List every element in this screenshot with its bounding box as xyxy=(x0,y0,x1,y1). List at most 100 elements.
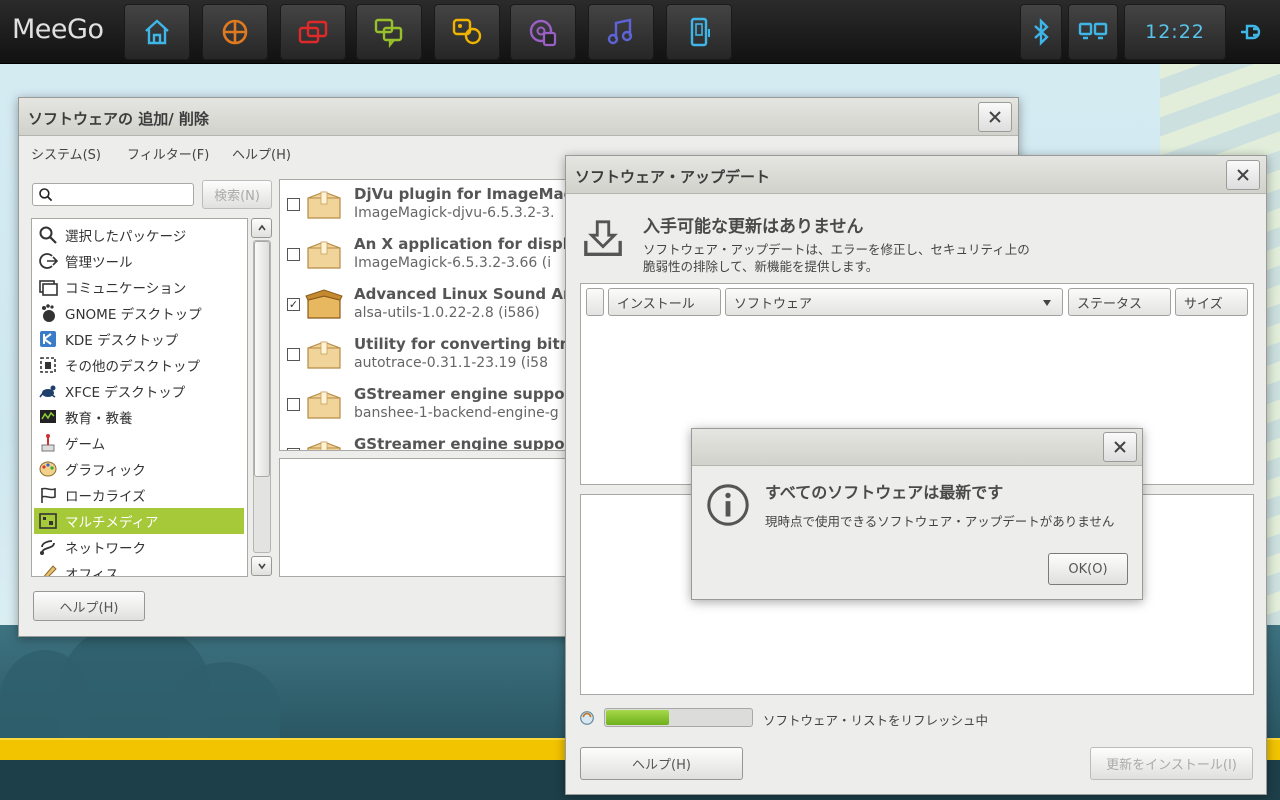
package-checkbox[interactable] xyxy=(287,398,300,411)
package-row[interactable]: ✓ Advanced Linux Sound Arc alsa-utils-1.0.… xyxy=(280,280,568,330)
category-label: コミュニケーション xyxy=(65,281,187,297)
chevron-down-icon xyxy=(257,563,266,570)
network-icon xyxy=(1078,22,1108,40)
category-item[interactable]: KDE デスクトップ xyxy=(34,326,244,352)
media-button[interactable] xyxy=(510,4,576,60)
plug-icon xyxy=(1241,24,1261,40)
category-item[interactable]: その他のデスクトップ xyxy=(34,352,244,378)
search-input[interactable] xyxy=(32,183,194,206)
menu-system[interactable]: システム(S) xyxy=(31,144,101,163)
category-label: その他のデスクトップ xyxy=(65,359,200,375)
package-version: ImageMagick-djvu-6.5.3.2-3. xyxy=(354,205,555,221)
flag-icon xyxy=(37,484,59,506)
category-item[interactable]: 教育・教養 xyxy=(34,404,244,430)
category-scrollbar[interactable] xyxy=(251,218,273,577)
package-checkbox[interactable] xyxy=(287,198,300,211)
package-details xyxy=(279,458,568,577)
category-label: グラフィック xyxy=(65,463,146,479)
admin-icon xyxy=(37,250,59,272)
column-install-header[interactable]: インストール xyxy=(608,288,721,316)
zones-button[interactable] xyxy=(202,4,268,60)
close-icon xyxy=(989,111,1001,123)
media-icon xyxy=(529,19,557,47)
chevron-up-icon xyxy=(257,224,266,231)
device-button[interactable] xyxy=(666,4,732,60)
package-row[interactable]: DjVu plugin for ImageMag ImageMagick-djvu… xyxy=(280,180,568,230)
menu-help[interactable]: ヘルプ(H) xyxy=(232,144,291,163)
package-name: Advanced Linux Sound Arc xyxy=(354,285,568,303)
menu-filter[interactable]: フィルター(F) xyxy=(127,144,209,163)
category-label: ネットワーク xyxy=(65,541,146,557)
column-status-header[interactable]: ステータス xyxy=(1068,288,1171,316)
scroll-up-button[interactable] xyxy=(251,218,272,238)
package-row[interactable]: GStreamer engine support banshee-1-backen… xyxy=(280,380,568,430)
package-row[interactable]: Utility for converting bitm autotrace-0.3… xyxy=(280,330,568,380)
column-software-header[interactable]: ソフトウェア xyxy=(725,288,1063,316)
info-icon xyxy=(707,484,749,526)
clock[interactable]: 12:22 xyxy=(1124,4,1226,60)
network-icon xyxy=(37,536,59,558)
close-button[interactable] xyxy=(978,102,1012,132)
package-row[interactable]: GStreamer engine support xyxy=(280,430,568,450)
category-item[interactable]: コミュニケーション xyxy=(34,274,244,300)
update-help-button[interactable]: ヘルプ(H) xyxy=(580,747,743,780)
category-item[interactable]: マルチメディア xyxy=(34,508,244,534)
power-button[interactable] xyxy=(1230,4,1274,60)
category-item[interactable]: グラフィック xyxy=(34,456,244,482)
package-checkbox[interactable] xyxy=(287,248,300,261)
titlebar: ソフトウェア・アップデート xyxy=(566,156,1266,194)
music-icon xyxy=(607,18,633,45)
package-row[interactable]: An X application for displa ImageMagick-6… xyxy=(280,230,568,280)
install-updates-button[interactable]: 更新をインストール(I) xyxy=(1090,747,1253,780)
category-label: ローカライズ xyxy=(65,489,146,505)
category-item[interactable]: ネットワーク xyxy=(34,534,244,560)
column-size-header[interactable]: サイズ xyxy=(1175,288,1248,316)
category-label: ゲーム xyxy=(65,437,106,453)
refresh-status-text: ソフトウェア・リストをリフレッシュ中 xyxy=(763,713,989,728)
ok-button[interactable]: OK(O) xyxy=(1048,553,1128,585)
package-checkbox[interactable]: ✓ xyxy=(287,298,300,311)
package-icon xyxy=(304,436,344,450)
communication-icon xyxy=(37,276,59,298)
music-button[interactable] xyxy=(588,4,654,60)
category-label: XFCE デスクトップ xyxy=(65,385,186,401)
dialog-titlebar xyxy=(692,429,1142,466)
package-checkbox[interactable] xyxy=(287,448,300,450)
category-label: オフィス xyxy=(65,567,119,577)
category-item[interactable]: 管理ツール xyxy=(34,248,244,274)
scroll-thumb[interactable] xyxy=(254,241,270,477)
package-checkbox[interactable] xyxy=(287,348,300,361)
window-title: ソフトウェア・アップデート xyxy=(575,168,771,186)
category-item[interactable]: ゲーム xyxy=(34,430,244,456)
column-checkbox-header[interactable] xyxy=(586,288,604,316)
software-help-button[interactable]: ヘルプ(H) xyxy=(33,591,145,621)
internet-button[interactable] xyxy=(434,4,500,60)
category-label: マルチメディア xyxy=(65,515,159,531)
meego-logo[interactable]: MeeGo xyxy=(12,14,104,45)
home-zone-button[interactable] xyxy=(124,4,190,60)
chat-icon xyxy=(374,18,403,49)
search-text-field[interactable] xyxy=(57,186,189,203)
status-button[interactable] xyxy=(280,4,346,60)
category-item[interactable]: GNOME デスクトップ xyxy=(34,300,244,326)
category-label: 管理ツール xyxy=(65,255,133,271)
bluetooth-button[interactable] xyxy=(1020,4,1062,60)
network-status-button[interactable] xyxy=(1068,4,1118,60)
desktop-icon xyxy=(37,354,59,376)
category-item[interactable]: 選択したパッケージ xyxy=(34,222,244,248)
close-button[interactable] xyxy=(1226,160,1260,190)
xfce-icon xyxy=(37,380,59,402)
people-button[interactable] xyxy=(356,4,422,60)
category-item[interactable]: オフィス xyxy=(34,560,244,577)
dialog-close-button[interactable] xyxy=(1103,432,1137,462)
scroll-down-button[interactable] xyxy=(251,556,272,576)
gnome-icon xyxy=(37,302,59,324)
graphics-icon xyxy=(37,458,59,480)
close-icon xyxy=(1237,169,1249,181)
category-item[interactable]: XFCE デスクトップ xyxy=(34,378,244,404)
multimedia-icon xyxy=(37,510,59,532)
scroll-track[interactable] xyxy=(253,240,271,553)
package-name: An X application for displa xyxy=(354,235,568,253)
search-button[interactable]: 検索(N) xyxy=(202,180,272,209)
category-item[interactable]: ローカライズ xyxy=(34,482,244,508)
